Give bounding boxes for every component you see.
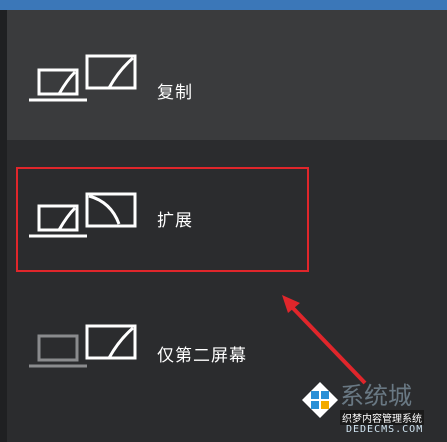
option-duplicate[interactable]: 复制 [7, 10, 447, 140]
red-highlight-box [16, 167, 309, 272]
option-label: 复制 [157, 83, 193, 103]
watermark-logo-icon [302, 382, 338, 418]
option-label: 仅第二屏幕 [157, 346, 247, 366]
second-screen-only-icon [29, 324, 137, 368]
top-accent-bar [0, 0, 447, 10]
watermark-tagline: 织梦内容管理系统 [340, 410, 424, 425]
watermark-url: DEDECMS.COM [346, 424, 424, 435]
duplicate-display-icon [29, 54, 137, 102]
left-edge [0, 10, 7, 442]
watermark-brand: 系统城 [340, 382, 412, 410]
